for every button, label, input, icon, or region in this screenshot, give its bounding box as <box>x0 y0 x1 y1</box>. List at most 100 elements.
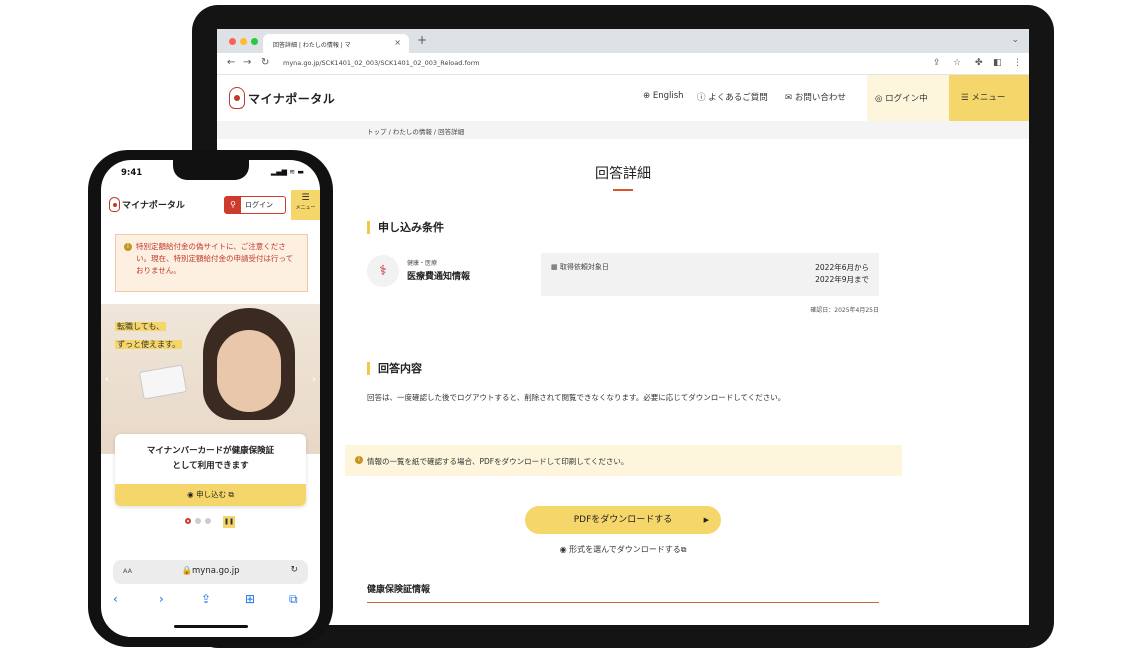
external-window-icon: ⧉ <box>680 545 687 554</box>
hero-person-image <box>203 308 295 420</box>
phone-site-header: マイナポータル ⚲ ログイン ☰ メニュー <box>101 188 320 222</box>
close-window-dot[interactable] <box>229 38 236 45</box>
promo-title-line-2: として利用できます <box>172 461 249 471</box>
browser-tab-title: 回答詳細 | わたしの情報 | マ <box>273 42 351 49</box>
mynaportal-logo-icon <box>229 87 245 109</box>
medical-care-icon: ⚕ <box>367 255 399 287</box>
reload-icon[interactable]: ↻ <box>261 57 269 68</box>
site-logo[interactable]: マイナポータル <box>229 87 335 109</box>
status-icons: ▂▄▆ ≋ ▬ <box>270 168 304 176</box>
back-arrow-icon[interactable]: ← <box>227 57 235 68</box>
user-icon: ⚲ <box>225 197 241 213</box>
info-banner: i 情報の一覧を紙で確認する場合、PDFをダウンロードして印刷してください。 <box>345 445 902 476</box>
phone-site-logo[interactable]: マイナポータル <box>109 197 185 212</box>
safari-url[interactable]: 🔒myna.go.jp <box>113 566 308 576</box>
share-icon[interactable]: ⇪ <box>201 592 211 606</box>
pdf-download-label: PDFをダウンロードする <box>573 515 673 525</box>
logo-text: マイナポータル <box>248 91 336 106</box>
phone-login-label: ログイン <box>245 201 273 209</box>
carousel-dot[interactable] <box>195 518 201 524</box>
pdf-download-button[interactable]: PDFをダウンロードする ▶ <box>525 506 721 534</box>
condition-category: 健康・医療 <box>407 260 438 267</box>
safari-address-bar[interactable]: AA 🔒myna.go.jp ↻ <box>113 560 308 584</box>
share-icon[interactable]: ⇪ <box>933 58 941 68</box>
insurance-divider <box>367 602 879 603</box>
phone-menu-button[interactable]: ☰ メニュー <box>291 190 320 220</box>
condition-value-from: 2022年6月から <box>815 263 869 272</box>
forward-arrow-icon[interactable]: → <box>243 57 251 68</box>
carousel-pause-icon[interactable]: ❚❚ <box>223 516 235 528</box>
hero-line-2: ずっと使えます。 <box>115 340 183 349</box>
bookmark-star-icon[interactable]: ☆ <box>953 58 961 68</box>
carousel-next-icon[interactable]: › <box>312 374 316 385</box>
english-link[interactable]: ⊕ English <box>643 91 684 101</box>
format-download-link[interactable]: ◉ 形式を選んでダウンロードする⧉ <box>217 544 1029 555</box>
condition-label: ▦ 取得依頼対象日 <box>551 262 609 272</box>
maximize-window-dot[interactable] <box>251 38 258 45</box>
mail-icon: ✉ <box>785 93 793 103</box>
title-underline <box>613 189 633 191</box>
tab-list-icon[interactable]: ⌄ <box>1011 35 1019 45</box>
menu-button[interactable]: ☰ メニュー <box>949 75 1029 121</box>
english-label: English <box>652 91 684 101</box>
carousel-prev-icon[interactable]: ‹ <box>105 374 109 385</box>
bookmarks-icon[interactable]: ⊞ <box>245 592 255 606</box>
info-icon: i <box>355 456 363 464</box>
back-chevron-icon[interactable]: ‹ <box>113 592 118 606</box>
circle-arrow-icon: ◉ <box>559 545 567 554</box>
insurance-heading: 健康保険証情報 <box>367 585 431 595</box>
site-header: マイナポータル ⊕ English ⓘ よくあるご質問 ✉ お問い合わせ ◎ ロ… <box>217 75 1029 121</box>
reload-icon[interactable]: ↻ <box>290 565 298 575</box>
page-title: 回答詳細 <box>595 166 651 182</box>
phone-logo-text: マイナポータル <box>122 201 185 211</box>
minimize-window-dot[interactable] <box>240 38 247 45</box>
fraud-alert-text: 特別定額給付金の偽サイトに、ご注意ください。現在、特別定額給付金の申請受付は行っ… <box>136 242 294 275</box>
browser-tab-bar: 回答詳細 | わたしの情報 | マ × + ⌄ <box>217 29 1029 53</box>
url-field[interactable]: myna.go.jp/SCK1401_02_003/SCK1401_02_003… <box>283 59 480 67</box>
extensions-icon[interactable]: ✤ <box>975 58 983 68</box>
globe-icon: ⊕ <box>643 91 651 101</box>
hero-carousel[interactable]: 転職しても、 ずっと使えます。 ‹ › <box>101 304 320 454</box>
login-status-button[interactable]: ◎ ログイン中 <box>867 75 949 121</box>
sidebar-icon[interactable]: ◧ <box>993 58 1002 68</box>
contact-label: お問い合わせ <box>794 93 846 103</box>
carousel-indicators <box>185 518 211 524</box>
forward-chevron-icon[interactable]: › <box>159 592 164 606</box>
hero-face <box>217 330 281 412</box>
contact-link[interactable]: ✉ お問い合わせ <box>785 91 846 103</box>
fraud-alert: i 特別定額給付金の偽サイトに、ご注意ください。現在、特別定額給付金の申請受付は… <box>115 234 308 292</box>
login-label: ログイン中 <box>885 94 928 104</box>
breadcrumb[interactable]: トップ / わたしの情報 / 回答詳細 <box>367 126 464 136</box>
play-arrow-icon: ▶ <box>703 516 709 524</box>
mynaportal-logo-icon <box>109 197 120 212</box>
carousel-dot[interactable] <box>205 518 211 524</box>
tabs-icon[interactable]: ⧉ <box>289 592 298 607</box>
condition-detail-box: ▦ 取得依頼対象日 2022年6月から 2022年9月まで <box>541 253 879 296</box>
browser-tab[interactable]: 回答詳細 | わたしの情報 | マ × <box>263 34 409 53</box>
phone-screen: 9:41 ▂▄▆ ≋ ▬ マイナポータル ⚲ ログイン ☰ メニュー i 特別定… <box>101 160 320 637</box>
condition-label-text: 取得依頼対象日 <box>559 263 609 271</box>
confirm-date: 確認日：2025年4月25日 <box>810 307 879 314</box>
hero-copy: 転職しても、 ずっと使えます。 <box>115 318 183 354</box>
safari-toolbar: ‹ › ⇪ ⊞ ⧉ <box>101 590 320 612</box>
carousel-dot-active[interactable] <box>185 518 191 524</box>
new-tab-icon[interactable]: + <box>417 33 427 47</box>
apply-button[interactable]: ◉ 申し込む ⧉ <box>115 484 306 506</box>
home-indicator <box>174 625 248 628</box>
hamburger-icon: ☰ <box>301 193 310 203</box>
more-options-icon[interactable]: ⋮ <box>1013 58 1022 68</box>
tablet-screen: 回答詳細 | わたしの情報 | マ × + ⌄ ← → ↻ myna.go.jp… <box>217 29 1029 625</box>
menu-label: メニュー <box>971 93 1006 103</box>
user-icon: ◎ <box>875 94 883 104</box>
phone-login-button[interactable]: ⚲ ログイン <box>224 196 286 214</box>
info-banner-text: 情報の一覧を紙で確認する場合、PDFをダウンロードして印刷してください。 <box>367 457 629 466</box>
hero-line-1: 転職しても、 <box>115 322 167 331</box>
phone-menu-label: メニュー <box>295 205 316 211</box>
hamburger-icon: ☰ <box>961 93 969 103</box>
calendar-icon: ▦ <box>551 263 558 271</box>
promo-card: マイナンバーカードが健康保険証 として利用できます ◉ 申し込む ⧉ <box>115 434 306 506</box>
faq-link[interactable]: ⓘ よくあるご質問 <box>697 91 768 103</box>
condition-name: 医療費通知情報 <box>407 272 471 282</box>
close-tab-icon[interactable]: × <box>394 38 401 47</box>
promo-card-title: マイナンバーカードが健康保険証 として利用できます <box>115 444 306 474</box>
